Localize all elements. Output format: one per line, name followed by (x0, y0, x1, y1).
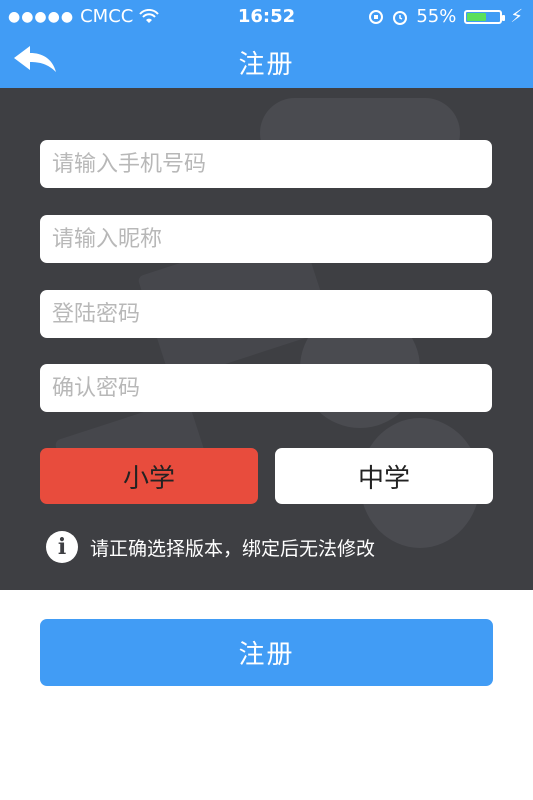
confirm-password-input[interactable] (40, 364, 492, 412)
battery-icon (464, 9, 506, 24)
charging-bolt-icon: ⚡ (510, 6, 523, 27)
notice-text: 请正确选择版本，绑定后无法修改 (90, 537, 376, 560)
battery-fill (467, 12, 487, 21)
nickname-input[interactable] (40, 215, 492, 263)
middle-school-option[interactable]: 中学 (275, 448, 493, 504)
phone-input[interactable] (40, 140, 492, 188)
primary-school-option[interactable]: 小学 (40, 448, 258, 504)
password-input[interactable] (40, 290, 492, 338)
page-title: 注册 (238, 50, 295, 80)
status-bar: ●●●●● CMCC 16:52 55% ⚡ (0, 0, 533, 34)
rotation-lock-icon (369, 9, 384, 24)
nav-bar: 注册 (0, 34, 533, 88)
status-right: 55% ⚡ (368, 6, 523, 27)
register-button[interactable]: 注册 (40, 619, 493, 686)
info-icon: i (46, 531, 78, 563)
alarm-icon (393, 10, 408, 25)
version-notice: i 请正确选择版本，绑定后无法修改 (46, 531, 375, 563)
battery-percent: 55% (416, 6, 457, 27)
